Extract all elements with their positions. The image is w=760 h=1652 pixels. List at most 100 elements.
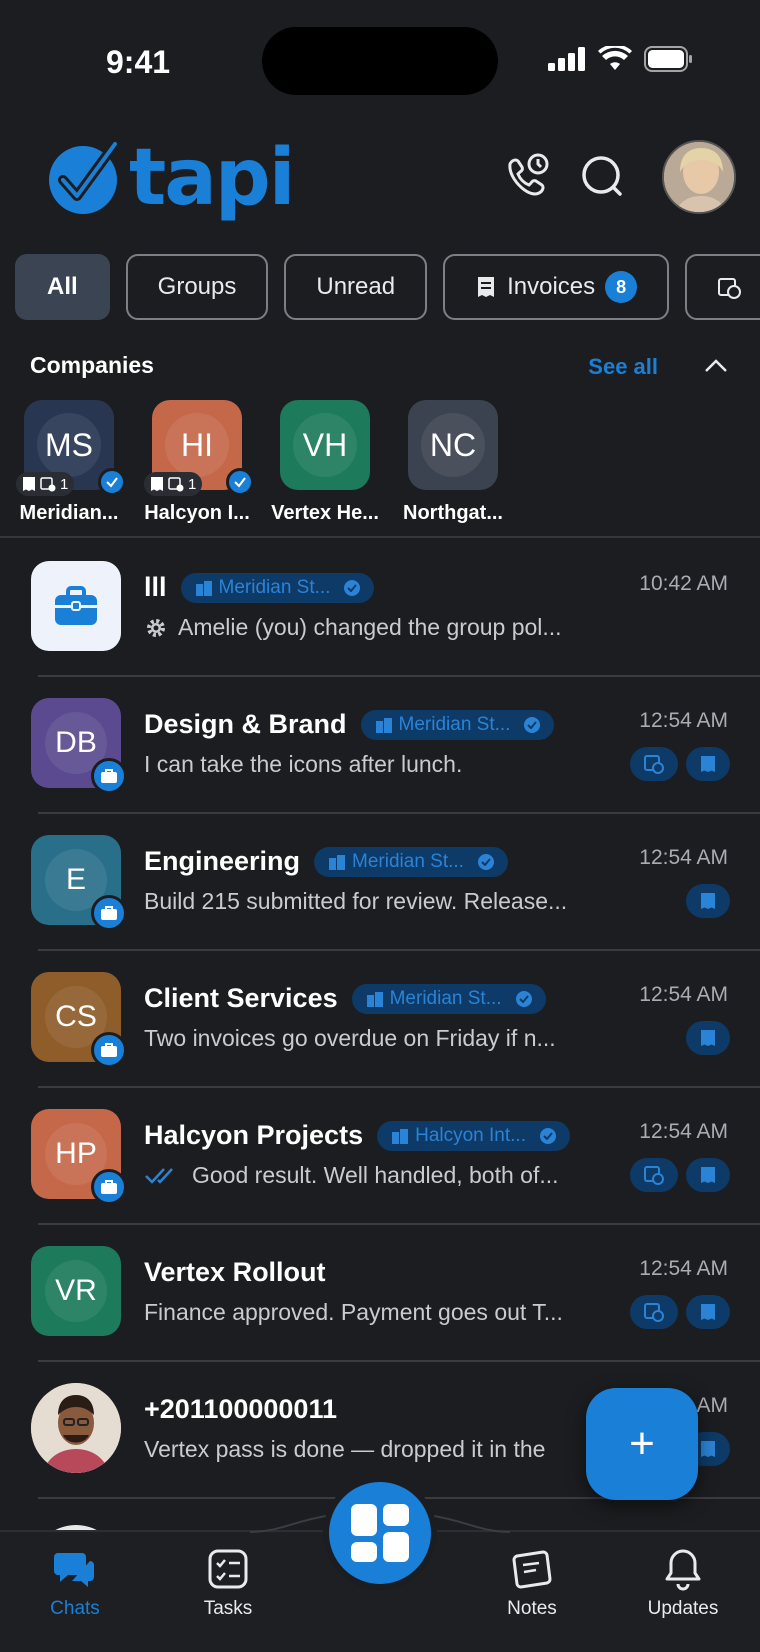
chat-time: 12:54 AM: [639, 983, 728, 1006]
chat-title: Design & Brand: [144, 709, 347, 739]
battery-icon: [644, 46, 692, 72]
chat-preview: Vertex pass is done — dropped it in the: [144, 1436, 546, 1462]
brand-name: tapi: [129, 133, 295, 223]
calendar-clock-icon: [718, 278, 742, 299]
verified-check-icon: [477, 853, 494, 870]
building-icon: [195, 580, 212, 596]
company-tag: Halcyon Int...: [377, 1120, 570, 1151]
nav-chats[interactable]: Chats: [20, 1546, 130, 1620]
companies-row: MS 1 Meridian... HI 1 Halcyon I... VH Ve…: [16, 400, 503, 525]
calendar-clock-icon: [630, 1295, 678, 1329]
company-meta: 1: [144, 472, 203, 496]
chevron-up-icon[interactable]: [702, 356, 730, 376]
building-icon: [366, 991, 383, 1007]
company-item[interactable]: HI 1 Halcyon I...: [144, 400, 254, 525]
notes-icon: [512, 1550, 552, 1589]
chip-all[interactable]: All: [15, 254, 110, 320]
verified-check-icon: [344, 579, 361, 596]
invoice-icon: [686, 1021, 730, 1055]
chat-time: 12:54 AM: [639, 709, 728, 732]
status-time: 9:41: [106, 44, 171, 80]
tapi-logo: tapi: [45, 133, 295, 223]
calendar-clock-icon: [630, 1158, 678, 1192]
company-avatar: NC: [408, 400, 498, 490]
chat-time: 10:42 AM: [639, 572, 728, 595]
chat-row[interactable]: VR Vertex Rollout Finance approved. Paym…: [0, 1225, 760, 1362]
company-meta: 1: [16, 472, 75, 496]
chat-time: AM: [696, 1394, 729, 1417]
calendar-clock-icon: [40, 477, 56, 492]
wifi-icon: [598, 46, 632, 70]
briefcase-icon: [91, 895, 127, 931]
chats-icon: [54, 1553, 94, 1587]
company-avatar: VH: [280, 400, 370, 490]
company-item[interactable]: VH Vertex He...: [271, 400, 379, 525]
chat-row[interactable]: HP Halcyon Projects Halcyon Int... Good …: [0, 1088, 760, 1225]
invoice-icon: [686, 1158, 730, 1192]
chip-groups[interactable]: Groups: [125, 254, 269, 320]
chat-avatar: HP: [31, 1109, 127, 1205]
company-tag: Meridian St...: [180, 572, 375, 603]
companies-header: Companies See all: [30, 352, 730, 388]
company-item[interactable]: MS 1 Meridian...: [16, 400, 126, 525]
briefcase-icon: [91, 758, 127, 794]
chip-invoices[interactable]: Invoices 8: [443, 254, 670, 320]
signal-icon: [548, 47, 585, 71]
status-icons: [548, 46, 694, 72]
company-item[interactable]: NC Northgat...: [403, 400, 503, 525]
plus-icon: +: [629, 1419, 655, 1468]
chat-avatar: VR: [31, 1246, 121, 1336]
company-tag: Meridian St...: [351, 983, 546, 1014]
call-history-icon[interactable]: [502, 150, 554, 202]
profile-avatar[interactable]: [662, 140, 736, 214]
invoice-icon: [151, 477, 163, 491]
search-icon[interactable]: [578, 150, 630, 202]
chat-preview: Amelie (you) changed the group pol...: [178, 614, 562, 640]
company-name: Northgat...: [403, 502, 503, 524]
chat-time: 12:54 AM: [639, 1120, 728, 1143]
chat-row[interactable]: DB Design & Brand Meridian St... I can t…: [0, 677, 760, 814]
chat-title: Engineering: [144, 846, 301, 876]
chat-row[interactable]: lll Meridian St... Amelie (you) changed …: [0, 540, 760, 677]
chat-time: 12:54 AM: [639, 1257, 728, 1280]
chat-avatar: E: [31, 835, 127, 931]
gear-icon: [147, 618, 165, 637]
invoice-icon: [686, 1295, 730, 1329]
invoice-icon: [686, 884, 730, 918]
nav-updates[interactable]: Updates: [628, 1546, 738, 1620]
chat-preview: Two invoices go overdue on Friday if n..…: [144, 1025, 556, 1051]
company-name: Halcyon I...: [144, 502, 250, 524]
grid-icon: [351, 1504, 409, 1562]
verified-check-icon: [539, 1127, 556, 1144]
new-chat-fab[interactable]: +: [586, 1388, 698, 1500]
divider: [0, 536, 760, 538]
chat-title: +201100000011: [144, 1394, 337, 1424]
chat-row[interactable]: E Engineering Meridian St... Build 215 s…: [0, 814, 760, 951]
verified-check-icon: [524, 716, 541, 733]
building-icon: [375, 717, 392, 733]
company-name: Meridian...: [19, 502, 119, 524]
chat-row[interactable]: CS Client Services Meridian St... Two in…: [0, 951, 760, 1088]
chip-unread[interactable]: Unread: [284, 254, 428, 320]
company-tag: Meridian St...: [360, 709, 555, 740]
chat-title: Halcyon Projects: [144, 1120, 364, 1150]
briefcase-icon: [91, 1032, 127, 1068]
chip-more[interactable]: [685, 254, 760, 320]
invoice-icon: [23, 477, 35, 491]
invoices-count-badge: 8: [605, 271, 638, 303]
briefcase-icon: [91, 1169, 127, 1205]
dynamic-island: [262, 27, 498, 95]
building-icon: [392, 1128, 409, 1144]
chat-avatar: CS: [31, 972, 127, 1068]
see-all-link[interactable]: See all: [588, 354, 658, 380]
calendar-clock-icon: [630, 747, 678, 781]
tasks-icon: [208, 1549, 248, 1589]
double-check-icon: [145, 1167, 173, 1184]
verified-check-icon: [226, 468, 254, 496]
verified-check-icon: [98, 468, 126, 496]
contact-photo-avatar: [31, 1383, 121, 1473]
calendar-clock-icon: [168, 477, 184, 492]
chat-preview: I can take the icons after lunch.: [144, 751, 463, 777]
workspace-center-button[interactable]: [323, 1476, 437, 1590]
status-bar: 9:41: [0, 0, 760, 110]
